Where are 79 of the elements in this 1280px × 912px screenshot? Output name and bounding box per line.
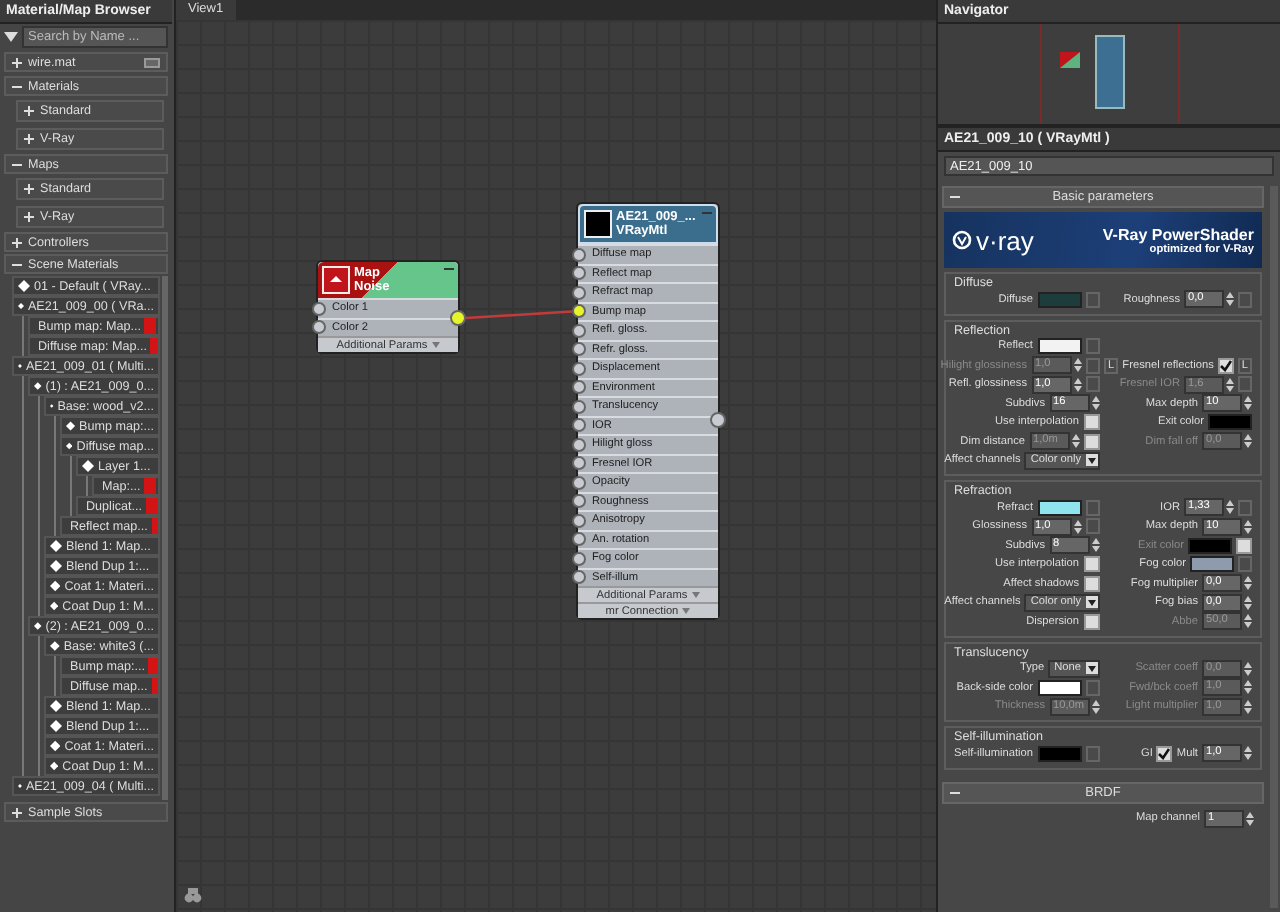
spinner-arrows-icon [1226,377,1234,392]
library-icon [144,57,160,67]
checkbox[interactable] [1083,556,1099,573]
caret-icon [691,592,700,598]
checkbox[interactable] [1083,613,1099,630]
spinner-arrows-icon [1073,519,1081,534]
color-swatch[interactable] [1037,679,1081,696]
caret-icon [1085,596,1097,609]
spinner-arrows-icon [1091,538,1099,553]
spinner-arrows-icon [1244,396,1252,411]
color-swatch[interactable] [1188,537,1232,554]
spinner-arrows-icon [1091,396,1099,411]
spinner-arrows-icon [1071,434,1079,449]
caret-icon [682,608,691,614]
material-thumbnail-icon [584,210,612,238]
output-port[interactable] [450,310,466,326]
input-port[interactable] [572,285,586,300]
material-node[interactable] [576,202,720,620]
caret-icon [431,342,440,348]
input-port[interactable] [572,456,586,471]
spinner-arrows-icon [1091,699,1099,714]
input-port[interactable] [572,247,586,262]
map-thumbnail-icon [322,266,350,294]
caret-icon [4,32,18,42]
input-port[interactable] [572,418,586,433]
logo-icon [952,230,972,250]
banner-title: V-Ray PowerShader [1102,225,1254,243]
color-swatch[interactable] [1037,745,1081,762]
spinner-arrows-icon [1244,661,1252,676]
minimize-icon [702,210,712,216]
checkbox[interactable] [1083,575,1099,592]
spinner-arrows-icon [1244,746,1252,761]
input-port[interactable] [572,342,586,357]
input-port[interactable] [572,437,586,452]
checkbox[interactable] [1083,433,1099,450]
checkbox[interactable] [1217,357,1234,374]
spinner-arrows-icon [1073,377,1081,392]
connection-wire [465,310,573,320]
color-swatch[interactable] [1037,499,1081,516]
input-port[interactable] [572,551,586,566]
binoculars-icon [184,888,202,904]
input-port[interactable] [572,380,586,395]
spinner-arrows-icon [1244,699,1252,714]
minimize-icon [444,266,454,272]
spinner-arrows-icon [1226,292,1234,307]
navigator-drawing [1039,24,1179,124]
check-icon [1219,359,1232,372]
check-icon [1158,747,1171,760]
input-port[interactable] [312,301,326,316]
color-swatch[interactable] [1208,414,1252,431]
spinner-arrows-icon [1244,595,1252,610]
color-swatch[interactable] [1037,338,1081,355]
spinner-arrows-icon [1244,519,1252,534]
checkbox[interactable] [1083,414,1099,431]
checkbox[interactable] [1236,537,1252,554]
input-port[interactable] [572,361,586,376]
input-port[interactable] [572,304,586,319]
input-port[interactable] [572,475,586,490]
caret-icon [1085,662,1097,675]
input-port[interactable] [572,570,586,585]
input-port[interactable] [572,323,586,338]
spinner-arrows-icon [1244,680,1252,695]
input-port[interactable] [572,532,586,547]
spinner-arrows-icon [1244,576,1252,591]
input-port[interactable] [572,266,586,281]
spinner-arrows-icon [1244,614,1252,629]
logo-text: v·ray [976,225,1034,255]
input-port[interactable] [572,513,586,528]
spinner-arrows-icon [1244,434,1252,449]
spinner-arrows-icon [1226,500,1234,515]
caret-icon [1085,454,1097,467]
checkbox[interactable] [1156,745,1173,762]
spinner-arrows-icon [1246,811,1254,826]
color-swatch[interactable] [1037,291,1081,308]
input-port[interactable] [572,494,586,509]
input-port[interactable] [312,320,326,335]
input-port[interactable] [572,399,586,414]
color-swatch[interactable] [1190,556,1234,573]
spinner-arrows-icon [1073,358,1081,373]
